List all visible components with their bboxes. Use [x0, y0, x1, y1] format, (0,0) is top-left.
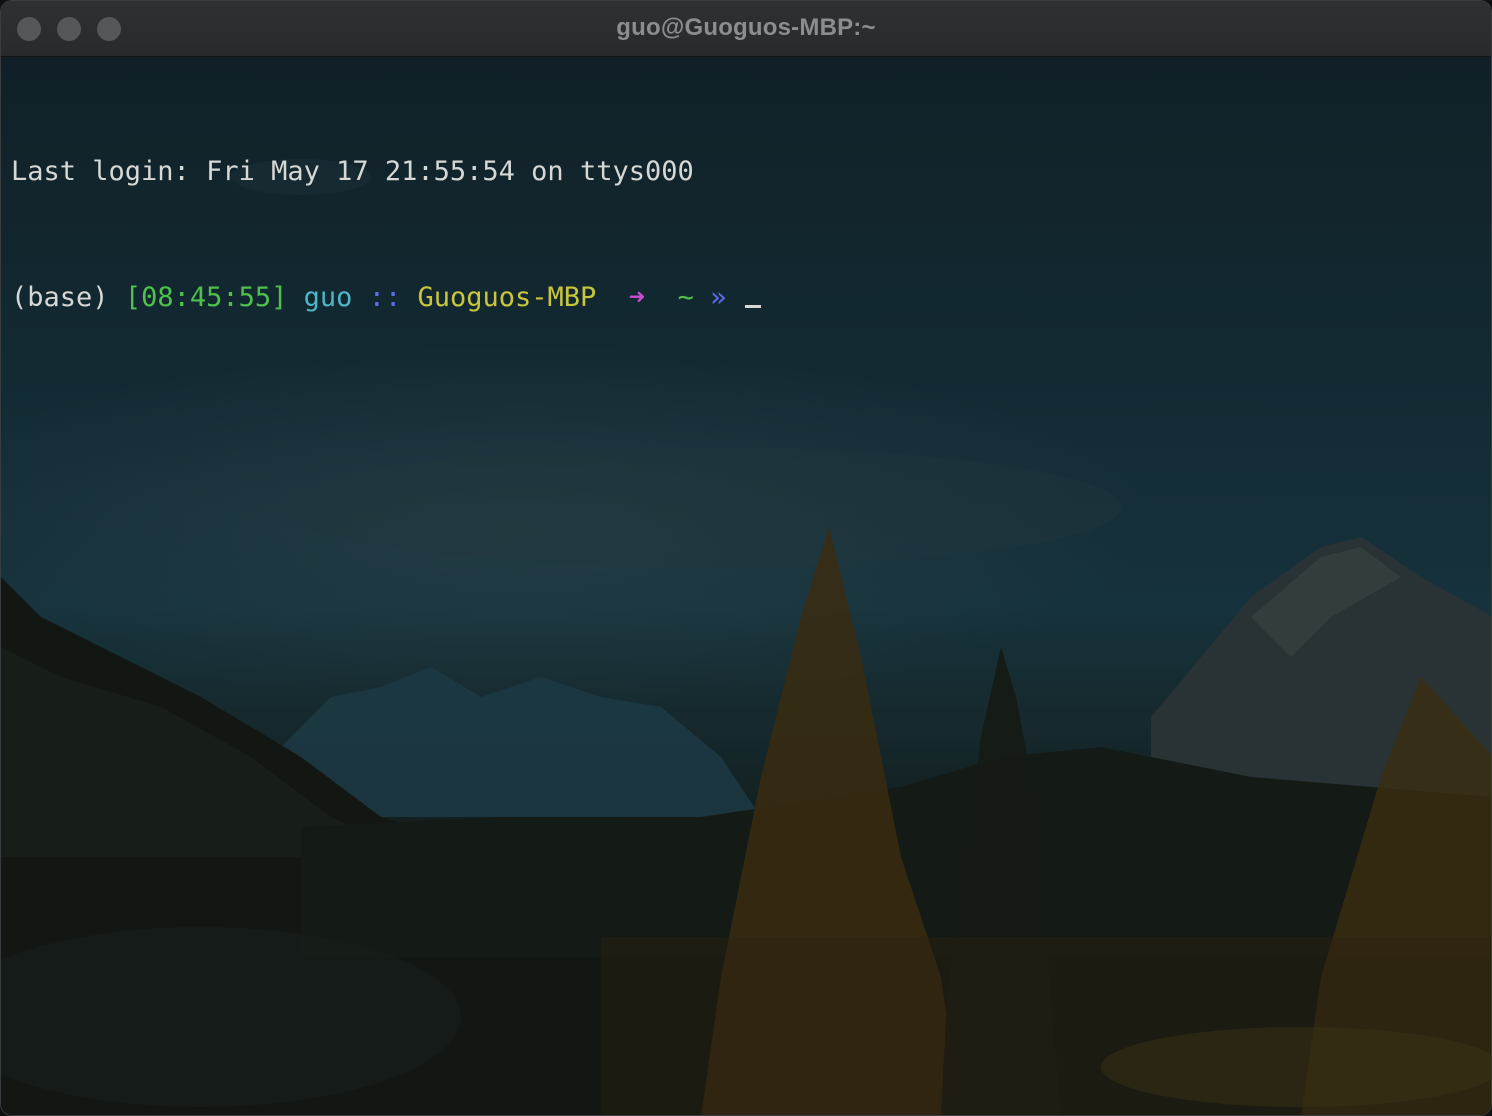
- last-login-line: Last login: Fri May 17 21:55:54 on ttys0…: [11, 151, 761, 193]
- prompt-cwd: ~: [677, 282, 694, 313]
- terminal-content[interactable]: Last login: Fri May 17 21:55:54 on ttys0…: [1, 57, 1491, 1115]
- terminal-window: guo@Guoguos-MBP:~ Last login: Fri May 17…: [0, 0, 1492, 1116]
- text-cursor[interactable]: [744, 305, 761, 308]
- prompt-time: [08:45:55]: [124, 282, 288, 313]
- prompt-user: guo: [303, 282, 353, 313]
- title-bar[interactable]: guo@Guoguos-MBP:~: [1, 1, 1491, 57]
- prompt-env: (base): [11, 282, 109, 313]
- prompt-line[interactable]: (base) [08:45:55] guo :: Guoguos-MBP ➜ ~…: [11, 277, 761, 319]
- prompt-chevron-icon: »: [710, 282, 727, 313]
- prompt-host: Guoguos-MBP: [417, 282, 597, 313]
- window-title: guo@Guoguos-MBP:~: [616, 14, 876, 41]
- last-login-text: Last login: Fri May 17 21:55:54 on ttys0…: [11, 156, 694, 187]
- prompt-separator: ::: [368, 282, 402, 313]
- prompt-arrow-icon: ➜: [628, 282, 646, 313]
- terminal-output: Last login: Fri May 17 21:55:54 on ttys0…: [11, 67, 761, 403]
